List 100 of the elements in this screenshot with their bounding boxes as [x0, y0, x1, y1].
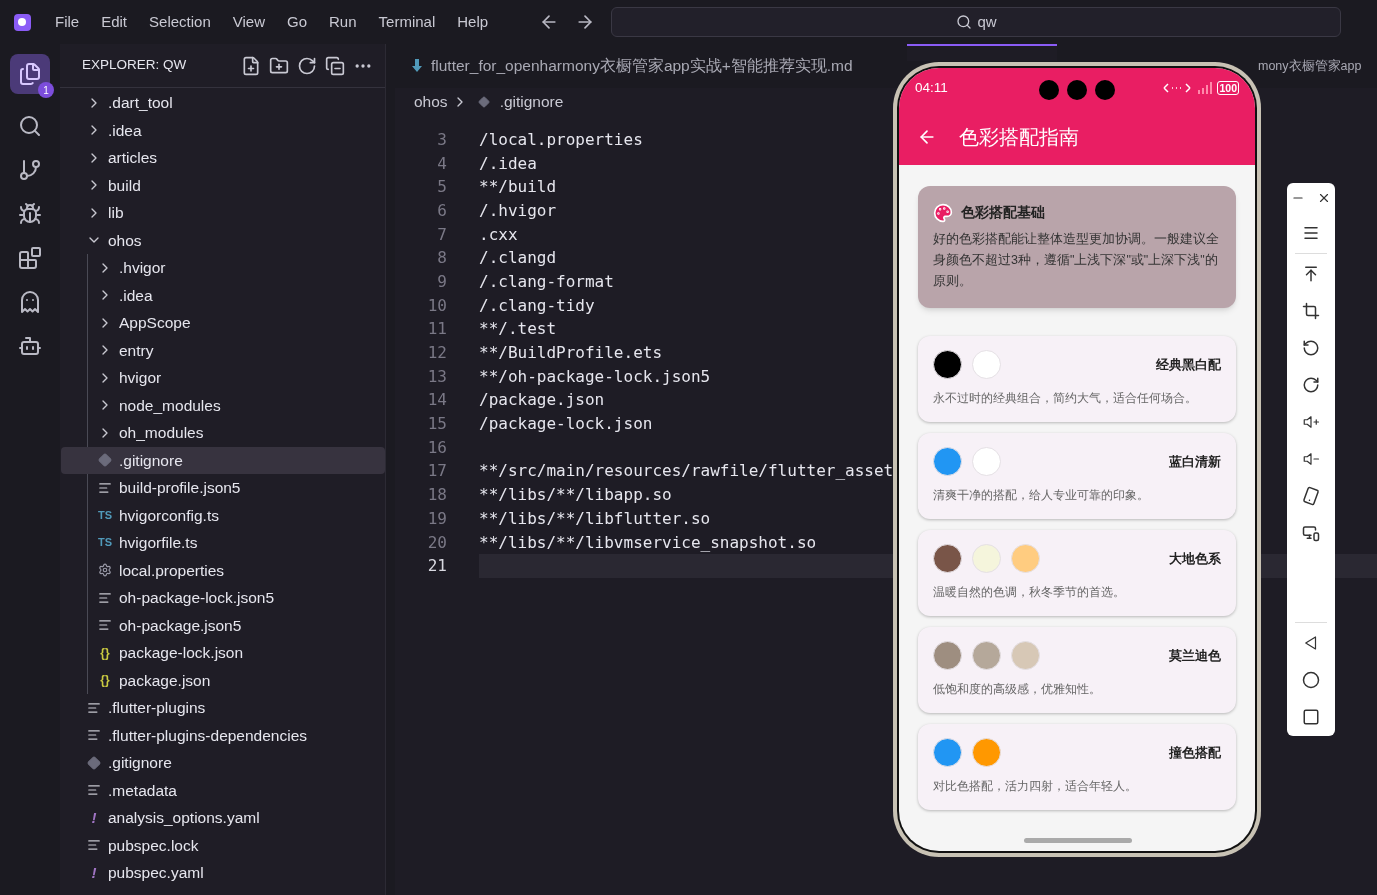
- editor-tab[interactable]: flutter_for_openharmony衣橱管家app实战+智能推荐实现.md: [395, 44, 893, 88]
- tree-item[interactable]: oh-package.json5: [61, 611, 385, 639]
- new-folder-icon[interactable]: [269, 55, 289, 76]
- tree-item[interactable]: .metadata: [60, 776, 385, 804]
- palette-icon: [933, 202, 953, 223]
- volume-up-icon[interactable]: [1302, 413, 1320, 431]
- collapse-icon[interactable]: [325, 55, 345, 76]
- line-number: 7: [436, 223, 447, 246]
- upload-top-icon[interactable]: [1302, 265, 1320, 283]
- tree-item[interactable]: ! analysis_options.yaml: [60, 804, 385, 832]
- git-branch-icon[interactable]: [18, 158, 42, 182]
- tree-item[interactable]: TS hvigorconfig.ts: [61, 501, 385, 529]
- palette-name: 撞色搭配: [1169, 743, 1221, 762]
- tree-item[interactable]: ! pubspec.yaml: [60, 859, 385, 887]
- code-line: **/src/main/resources/rawfile/flutter_asset: [479, 460, 894, 483]
- palette-name: 经典黑白配: [1156, 355, 1221, 374]
- robot-icon[interactable]: [18, 334, 42, 358]
- tree-item[interactable]: TS hvigorfile.ts: [61, 529, 385, 557]
- menu-item[interactable]: Terminal: [367, 10, 447, 34]
- editor-tab[interactable]: mony衣橱管家app: [1258, 44, 1362, 88]
- line-number: 11: [426, 318, 447, 341]
- tree-item[interactable]: oh-package-lock.json5: [61, 584, 385, 612]
- git-icon: [98, 453, 112, 468]
- search-icon: [955, 14, 972, 30]
- file-lines-icon: [87, 783, 101, 798]
- tree-item[interactable]: oh_modules: [61, 419, 385, 447]
- file-lines-icon: [87, 700, 101, 715]
- palette-name: 蓝白清新: [1169, 452, 1221, 471]
- battery-indicator: 100: [1217, 81, 1239, 95]
- menu-item[interactable]: Selection: [138, 10, 222, 34]
- tree-item[interactable]: articles: [60, 144, 385, 172]
- tree-item[interactable]: .idea: [60, 116, 385, 144]
- tree-item[interactable]: .flutter-plugins-dependencies: [60, 721, 385, 749]
- tree-item[interactable]: build: [60, 171, 385, 199]
- menu-item[interactable]: Go: [276, 10, 318, 34]
- line-number: 8: [436, 247, 447, 270]
- palette-card[interactable]: 莫兰迪色 低饱和度的高级感，优雅知性。: [918, 627, 1236, 713]
- menu-item[interactable]: Help: [446, 10, 500, 34]
- line-number: 9: [436, 270, 447, 293]
- line-number: 20: [426, 531, 447, 554]
- menu-item[interactable]: File: [44, 10, 91, 34]
- rotate-right-icon[interactable]: [1302, 376, 1320, 394]
- rotate-left-icon[interactable]: [1302, 339, 1320, 357]
- camera-icon: [1067, 80, 1087, 100]
- tree-item[interactable]: pubspec.lock: [60, 831, 385, 859]
- tree-item[interactable]: node_modules: [61, 391, 385, 419]
- tree-item[interactable]: build-profile.json5: [61, 474, 385, 502]
- tree-item[interactable]: .idea: [61, 281, 385, 309]
- devices-icon[interactable]: [1302, 524, 1320, 542]
- palette-card[interactable]: 蓝白清新 清爽干净的搭配，给人专业可靠的印象。: [918, 433, 1236, 519]
- palette-name: 莫兰迪色: [1169, 646, 1221, 665]
- close-icon[interactable]: [1317, 191, 1331, 205]
- tree-item[interactable]: local.properties: [61, 556, 385, 584]
- yaml-icon: !: [91, 810, 97, 826]
- line-number: 13: [426, 365, 447, 388]
- line-number: 19: [426, 507, 447, 530]
- info-title: 色彩搭配基础: [961, 203, 1045, 222]
- editor-tab[interactable]: [907, 44, 1057, 61]
- bug-icon[interactable]: [18, 202, 42, 226]
- palette-card[interactable]: 撞色搭配 对比色搭配，活力四射，适合年轻人。: [918, 724, 1236, 810]
- file-lines-icon: [87, 728, 101, 743]
- search-icon[interactable]: [18, 114, 42, 138]
- volume-down-icon[interactable]: [1302, 450, 1320, 468]
- tree-item[interactable]: .hvigor: [61, 254, 385, 282]
- tree-item[interactable]: {} package.json: [61, 666, 385, 694]
- tree-item[interactable]: .dart_tool: [60, 89, 385, 117]
- code-line: /.clang-format: [479, 270, 614, 293]
- json-icon: {}: [100, 674, 110, 687]
- code-line: **/BuildProfile.ets: [479, 342, 663, 365]
- tree-item[interactable]: hvigor: [61, 364, 385, 392]
- menu-item[interactable]: Run: [318, 10, 368, 34]
- menu-icon[interactable]: [1302, 224, 1320, 242]
- tree-item[interactable]: {} package-lock.json: [61, 639, 385, 667]
- ghost-icon[interactable]: [18, 290, 42, 314]
- breadcrumb[interactable]: .gitignore: [499, 90, 564, 114]
- crop-icon[interactable]: [1302, 302, 1320, 320]
- palette-card[interactable]: 经典黑白配 永不过时的经典组合，简约大气，适合任何场合。: [918, 336, 1236, 422]
- extensions-icon[interactable]: [18, 246, 42, 270]
- tree-item[interactable]: AppScope: [61, 309, 385, 337]
- new-file-icon[interactable]: [241, 55, 261, 76]
- home-circle-icon[interactable]: [1302, 671, 1320, 689]
- tree-item[interactable]: lib: [60, 199, 385, 227]
- refresh-icon[interactable]: [297, 55, 317, 76]
- json-icon: {}: [100, 646, 110, 659]
- tree-item[interactable]: .gitignore: [61, 446, 385, 474]
- file-lines-icon: [98, 480, 112, 495]
- menu-item[interactable]: Edit: [90, 10, 139, 34]
- breadcrumb[interactable]: ohos: [414, 90, 448, 114]
- code-line: **/build: [479, 176, 557, 199]
- tree-item[interactable]: .gitignore: [60, 749, 385, 777]
- recents-square-icon[interactable]: [1302, 708, 1320, 726]
- line-number: 12: [426, 342, 447, 365]
- menu-item[interactable]: View: [221, 10, 276, 34]
- palette-description: 清爽干净的搭配，给人专业可靠的印象。: [933, 487, 1150, 504]
- palette-card[interactable]: 大地色系 温暖自然的色调，秋冬季节的首选。: [918, 530, 1236, 616]
- tree-item[interactable]: entry: [61, 336, 385, 364]
- search-field[interactable]: qw: [611, 7, 1342, 37]
- file-lines-icon: [87, 838, 101, 853]
- tree-item[interactable]: .flutter-plugins: [60, 694, 385, 722]
- tree-item[interactable]: ohos: [60, 226, 385, 254]
